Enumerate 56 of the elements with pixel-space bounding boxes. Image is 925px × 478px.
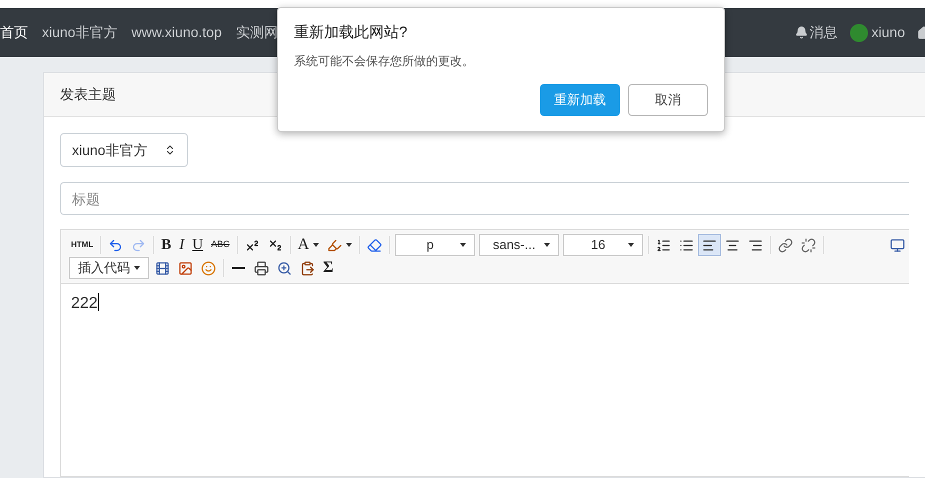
user-link[interactable]: xiuno — [850, 22, 905, 43]
subscript-icon — [268, 238, 283, 252]
toolbar-button[interactable]: U — [188, 234, 208, 256]
highlighter-icon — [327, 238, 342, 252]
align-right-icon — [748, 238, 764, 252]
align-left-icon — [702, 238, 718, 252]
align-center-icon — [725, 238, 740, 252]
toolbar-button[interactable]: Σ — [319, 257, 338, 279]
toolbar-button[interactable]: HTML — [67, 234, 98, 256]
dialog-title: 重新加载此网站? — [294, 23, 408, 43]
redo-icon — [131, 238, 146, 252]
toolbar-button[interactable]: ABC — [207, 234, 234, 256]
toolbar-button[interactable] — [698, 234, 722, 256]
toolbar-button[interactable]: I — [175, 234, 188, 256]
caret-icon — [134, 266, 140, 270]
nav-link[interactable]: www.xiuno.top — [131, 22, 222, 43]
dialog-message: 系统可能不会保存您所做的更改。 — [294, 52, 475, 70]
card-title: 发表主题 — [60, 85, 116, 104]
caret-icon — [313, 243, 320, 247]
toolbar-dropdown[interactable]: sans-... — [479, 234, 560, 256]
film-icon — [155, 260, 170, 276]
caret-icon — [628, 243, 634, 247]
updown-icon — [164, 144, 176, 156]
toolbar-dropdown[interactable]: 插入代码 — [69, 257, 149, 279]
nav-link[interactable]: xiuno非官方 — [42, 22, 118, 43]
link-icon — [778, 238, 794, 252]
messages-link[interactable]: 消息 — [794, 22, 838, 43]
printer-icon — [254, 260, 269, 276]
image-icon — [178, 260, 193, 276]
caret-icon — [544, 243, 550, 247]
cancel-button[interactable]: 取消 — [628, 84, 708, 116]
undo-icon — [108, 238, 124, 252]
avatar — [850, 24, 868, 42]
smiley-icon — [201, 260, 216, 276]
superscript-icon — [244, 238, 260, 252]
bell-icon — [794, 26, 808, 39]
horizontal-rule-icon — [232, 267, 245, 269]
toolbar-dropdown[interactable]: 16 — [563, 234, 644, 256]
forum-select[interactable]: xiuno非官方 — [60, 133, 188, 167]
bullet-list-icon — [679, 238, 694, 252]
nav-link[interactable]: 首页 — [0, 22, 28, 43]
title-field[interactable]: 标题 — [60, 182, 909, 215]
paste-icon — [300, 260, 315, 276]
toolbar-button[interactable]: A — [294, 234, 324, 256]
toolbar-dropdown[interactable]: p — [395, 234, 476, 256]
caret-icon — [346, 243, 352, 247]
caret-icon — [460, 243, 466, 247]
monitor-icon — [890, 238, 905, 252]
editor-body[interactable]: 222 — [61, 284, 909, 476]
editor-text: 222 — [71, 294, 98, 314]
eraser-icon — [367, 238, 382, 252]
unlink-icon — [801, 238, 816, 252]
numbered-list-icon — [656, 238, 672, 252]
magnifier-icon — [277, 260, 292, 276]
toolbar-button[interactable]: B — [157, 234, 176, 256]
nav-link[interactable]: 实测网 — [236, 22, 278, 43]
